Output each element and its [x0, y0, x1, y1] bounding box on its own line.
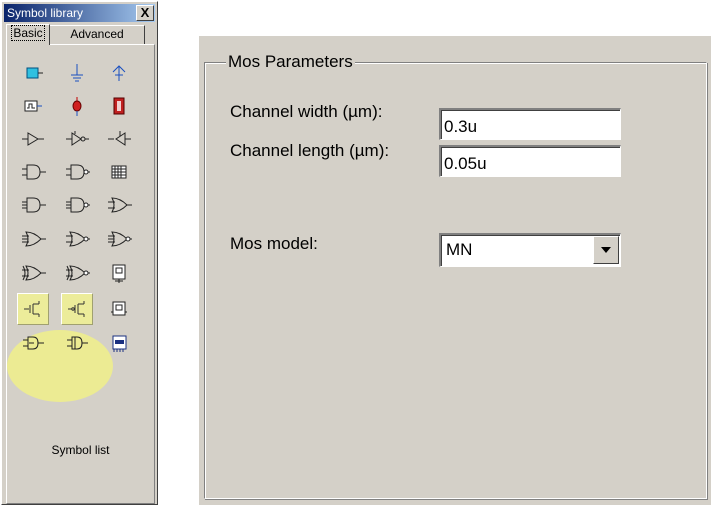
- symbol-button-buffer[interactable]: [17, 123, 49, 155]
- symbol-library-window: Symbol library X Advanced Basic Symbol l…: [1, 1, 158, 505]
- symbol-button-power-supply[interactable]: [103, 57, 135, 89]
- or-gate-icon: [108, 197, 132, 213]
- buffer-icon: [22, 132, 44, 146]
- symbol-button-memory-grid[interactable]: [103, 156, 135, 188]
- symbol-button-inverter-left[interactable]: [103, 123, 135, 155]
- mos-model-select[interactable]: MN: [439, 233, 621, 267]
- nand3-gate-icon: [66, 197, 90, 213]
- ground-icon: [71, 64, 83, 82]
- symbol-button-inverter[interactable]: [61, 123, 93, 155]
- symbol-button-nand3-gate[interactable]: [61, 189, 93, 221]
- clock-source-icon: [24, 100, 42, 112]
- nand-gate-icon: [66, 164, 90, 180]
- symbol-button-nmos[interactable]: [17, 293, 49, 325]
- symbol-button-nor-gate[interactable]: [61, 223, 93, 255]
- symbol-button-and-gate[interactable]: [17, 156, 49, 188]
- mos-model-value: MN: [446, 240, 473, 259]
- symbol-button-complex-gate[interactable]: [17, 327, 49, 359]
- dropdown-button[interactable]: [593, 236, 619, 264]
- and-gate-icon: [22, 164, 46, 180]
- and3-gate-icon: [22, 197, 46, 213]
- complex-gate-icon: [23, 336, 44, 350]
- tab-basic[interactable]: Basic: [6, 24, 50, 45]
- symbol-button-xor-gate[interactable]: [17, 257, 49, 289]
- symbol-button-resistor[interactable]: [103, 90, 135, 122]
- xor-gate-icon: [22, 265, 46, 281]
- symbol-button-latch[interactable]: [103, 293, 135, 325]
- symbol-button-clock-source[interactable]: [17, 90, 49, 122]
- symbol-button-xnor-gate[interactable]: [61, 257, 93, 289]
- channel-length-input[interactable]: [439, 145, 621, 177]
- tab-advanced[interactable]: Advanced: [49, 25, 145, 44]
- symbol-button-input-port[interactable]: [17, 57, 49, 89]
- nmos-icon: [24, 301, 40, 317]
- inverter-icon: [66, 131, 89, 146]
- symbol-button-flip-flop[interactable]: [103, 257, 135, 289]
- chip-icon: [112, 335, 127, 352]
- flip-flop-icon: [112, 264, 126, 283]
- symbol-button-vdd-supply[interactable]: [61, 90, 93, 122]
- symbol-button-pmos[interactable]: [61, 293, 93, 325]
- memory-grid-icon: [111, 165, 127, 179]
- symbol-button-or-gate[interactable]: [103, 189, 135, 221]
- latch-icon: [111, 301, 127, 316]
- mos-model-label: Mos model:: [230, 234, 318, 253]
- tab-basic-label: Basic: [11, 25, 45, 41]
- nor3-gate-icon: [108, 231, 132, 247]
- power-supply-icon: [112, 65, 126, 81]
- group-title: Mos Parameters: [226, 51, 355, 73]
- window-title: Symbol library: [7, 6, 84, 20]
- close-button[interactable]: X: [136, 5, 154, 21]
- input-port-icon: [26, 67, 43, 79]
- symbol-list-label: Symbol list: [51, 443, 110, 457]
- tab-advanced-label: Advanced: [70, 27, 124, 41]
- chevron-down-icon: [601, 247, 611, 253]
- symbol-button-nand-gate[interactable]: [61, 156, 93, 188]
- symbol-button-ground[interactable]: [61, 57, 93, 89]
- symbol-button-chip[interactable]: [103, 327, 135, 359]
- title-bar[interactable]: Symbol library X: [4, 4, 155, 22]
- symbol-button-and3-gate[interactable]: [17, 189, 49, 221]
- symbol-button-complex-gate2[interactable]: [61, 327, 93, 359]
- symbol-button-nor3-gate[interactable]: [103, 223, 135, 255]
- xnor-gate-icon: [66, 265, 90, 281]
- or3-gate-icon: [22, 231, 46, 247]
- pmos-icon: [68, 301, 85, 317]
- complex-gate2-icon: [67, 336, 88, 350]
- resistor-icon: [113, 97, 125, 115]
- mos-parameters-panel: Mos Parameters Channel width (µm): Chann…: [199, 36, 711, 505]
- symbol-button-or3-gate[interactable]: [17, 223, 49, 255]
- vdd-supply-icon: [72, 97, 82, 116]
- inverter-left-icon: [108, 131, 131, 146]
- channel-width-label: Channel width (µm):: [230, 102, 383, 121]
- channel-length-label: Channel length (µm):: [230, 141, 390, 160]
- channel-width-input[interactable]: [439, 108, 621, 140]
- nor-gate-icon: [66, 231, 90, 247]
